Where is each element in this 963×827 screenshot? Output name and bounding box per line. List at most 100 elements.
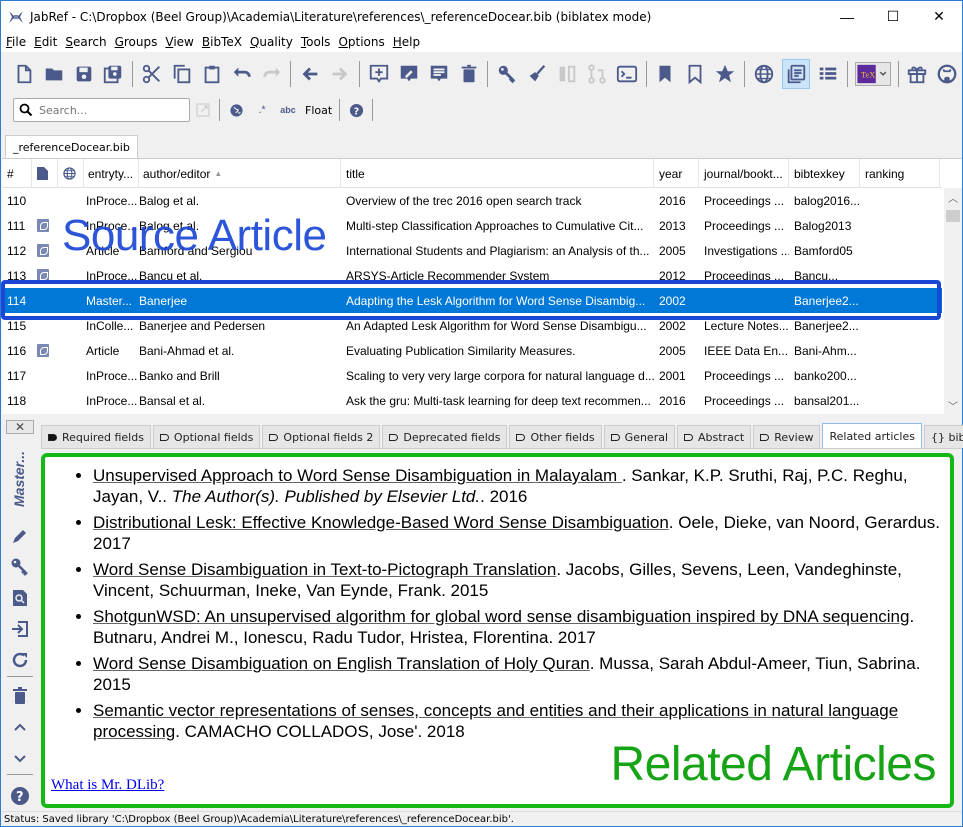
column-header-file[interactable]: [32, 159, 58, 188]
tab-abstract[interactable]: Abstract: [677, 425, 752, 448]
table-row[interactable]: 110 InProce... Balog et al. Overview of the…: [2, 188, 942, 213]
editor-scrollbar[interactable]: [955, 453, 962, 808]
menu-file[interactable]: File: [5, 35, 27, 49]
help-icon[interactable]: ?: [9, 785, 31, 807]
search-help-icon[interactable]: ?: [347, 101, 365, 119]
texstudio-icon[interactable]: TeX: [854, 62, 891, 86]
menu-quality[interactable]: Quality: [249, 35, 294, 49]
search-document-icon[interactable]: [9, 587, 31, 609]
menu-help[interactable]: Help: [392, 35, 421, 49]
forward-icon[interactable]: [328, 62, 352, 86]
menu-view[interactable]: View: [164, 35, 194, 49]
column-header-author[interactable]: author/editor ▲: [139, 159, 341, 188]
cleanup-icon[interactable]: [525, 62, 549, 86]
column-header-number[interactable]: #: [2, 159, 32, 188]
pdf-icon[interactable]: [37, 244, 49, 257]
diff-icon[interactable]: [585, 62, 609, 86]
tab-optional-fields[interactable]: Optional fields: [152, 425, 261, 448]
star-icon[interactable]: [713, 62, 737, 86]
copy-icon[interactable]: [170, 62, 194, 86]
menu-search[interactable]: Search: [64, 35, 107, 49]
related-article-link[interactable]: ShotgunWSD: An unsupervised algorithm fo…: [93, 607, 909, 626]
related-article-link[interactable]: Unsupervised Approach to Word Sense Disa…: [93, 466, 622, 485]
menu-groups[interactable]: Groups: [114, 35, 159, 49]
cut-icon[interactable]: [140, 62, 164, 86]
column-header-journal[interactable]: journal/bookt...: [699, 159, 789, 188]
tab-deprecated-fields[interactable]: Deprecated fields: [382, 425, 508, 448]
tab-review[interactable]: Review: [753, 425, 821, 448]
terminal-icon[interactable]: [615, 62, 639, 86]
chevron-down-icon[interactable]: [9, 747, 31, 769]
save-all-icon[interactable]: [101, 62, 125, 86]
web-search-icon[interactable]: [752, 62, 776, 86]
merge-entries-icon[interactable]: [555, 62, 579, 86]
save-icon[interactable]: [72, 62, 96, 86]
minimize-button[interactable]: —: [824, 1, 870, 32]
generate-key-icon[interactable]: [495, 62, 519, 86]
column-header-ranking[interactable]: ranking: [860, 159, 940, 188]
column-header-url[interactable]: [58, 159, 84, 188]
close-editor-button[interactable]: ✕: [6, 420, 34, 434]
related-article-link[interactable]: Word Sense Disambiguation on English Tra…: [93, 654, 590, 673]
scroll-down-arrow[interactable]: ﹀: [944, 396, 962, 414]
paste-icon[interactable]: [200, 62, 224, 86]
what-is-mrdlib-link[interactable]: What is Mr. DLib?: [51, 777, 164, 794]
edit-strings-icon[interactable]: [427, 62, 451, 86]
delete-icon[interactable]: [9, 685, 31, 707]
float-toggle[interactable]: Float: [305, 104, 332, 117]
mark-entry-icon[interactable]: [654, 62, 678, 86]
delete-entry-icon[interactable]: [457, 62, 481, 86]
global-search-icon[interactable]: [227, 101, 245, 119]
table-row[interactable]: 116 Article Bani-Ahmad et al. Evaluating Pu…: [2, 338, 942, 363]
tab-biblat[interactable]: {} biblat: [923, 425, 963, 448]
tab-required-fields[interactable]: Required fields: [41, 425, 151, 448]
tab-general[interactable]: General: [603, 425, 676, 448]
search-input[interactable]: [39, 103, 179, 117]
new-library-icon[interactable]: [12, 62, 36, 86]
regex-toggle-icon[interactable]: .*: [253, 101, 271, 119]
entry-editor-icon[interactable]: [781, 59, 810, 89]
menu-edit[interactable]: Edit: [33, 35, 58, 49]
maximize-button[interactable]: ☐: [870, 1, 916, 32]
menu-bibtex[interactable]: BibTeX: [201, 35, 243, 49]
tab-other-fields[interactable]: Other fields: [509, 425, 602, 448]
new-entry-icon[interactable]: [367, 62, 391, 86]
ranking-cell: [860, 188, 940, 213]
open-search-window-icon[interactable]: [194, 101, 212, 119]
unmark-entry-icon[interactable]: [683, 62, 707, 86]
scroll-thumb[interactable]: [946, 210, 960, 222]
related-article-link[interactable]: Word Sense Disambiguation in Text-to-Pic…: [93, 560, 556, 579]
table-row[interactable]: 118 InProce... Bansal et al. Ask the gru: M…: [2, 388, 942, 413]
tab-related-articles[interactable]: Related articles: [822, 423, 922, 448]
related-article-link[interactable]: Distributional Lesk: Effective Knowledge…: [93, 513, 669, 532]
pdf-icon[interactable]: [37, 344, 49, 357]
case-sensitive-icon[interactable]: abc: [279, 101, 297, 119]
column-header-bibtexkey[interactable]: bibtexkey: [789, 159, 860, 188]
open-library-icon[interactable]: [42, 62, 66, 86]
menu-tools[interactable]: Tools: [300, 35, 332, 49]
table-view-icon[interactable]: [816, 62, 840, 86]
refresh-icon[interactable]: [9, 649, 31, 671]
gift-icon[interactable]: [906, 62, 930, 86]
pencil-icon[interactable]: [9, 525, 31, 547]
column-header-year[interactable]: year: [654, 159, 699, 188]
edit-entry-icon[interactable]: [397, 62, 421, 86]
pdf-icon[interactable]: [37, 219, 49, 232]
redo-icon[interactable]: [260, 62, 284, 86]
scroll-up-arrow[interactable]: ︿: [944, 188, 962, 206]
column-header-title[interactable]: title: [341, 159, 654, 188]
chevron-up-icon[interactable]: [9, 717, 31, 739]
column-header-entrytype[interactable]: entryty...: [84, 159, 139, 188]
import-icon[interactable]: [9, 618, 31, 640]
key-icon[interactable]: [9, 556, 31, 578]
undo-icon[interactable]: [230, 62, 254, 86]
close-button[interactable]: ✕: [916, 1, 962, 32]
table-scrollbar[interactable]: ︿ ﹀: [944, 188, 962, 414]
github-icon[interactable]: [935, 62, 959, 86]
library-tab[interactable]: _referenceDocear.bib: [5, 135, 138, 158]
tab-optional-fields-2[interactable]: Optional fields 2: [262, 425, 381, 448]
search-field[interactable]: [13, 98, 190, 122]
menu-options[interactable]: Options: [337, 35, 385, 49]
table-row[interactable]: 117 InProce... Banko and Brill Scaling to v…: [2, 363, 942, 388]
back-icon[interactable]: [298, 62, 322, 86]
